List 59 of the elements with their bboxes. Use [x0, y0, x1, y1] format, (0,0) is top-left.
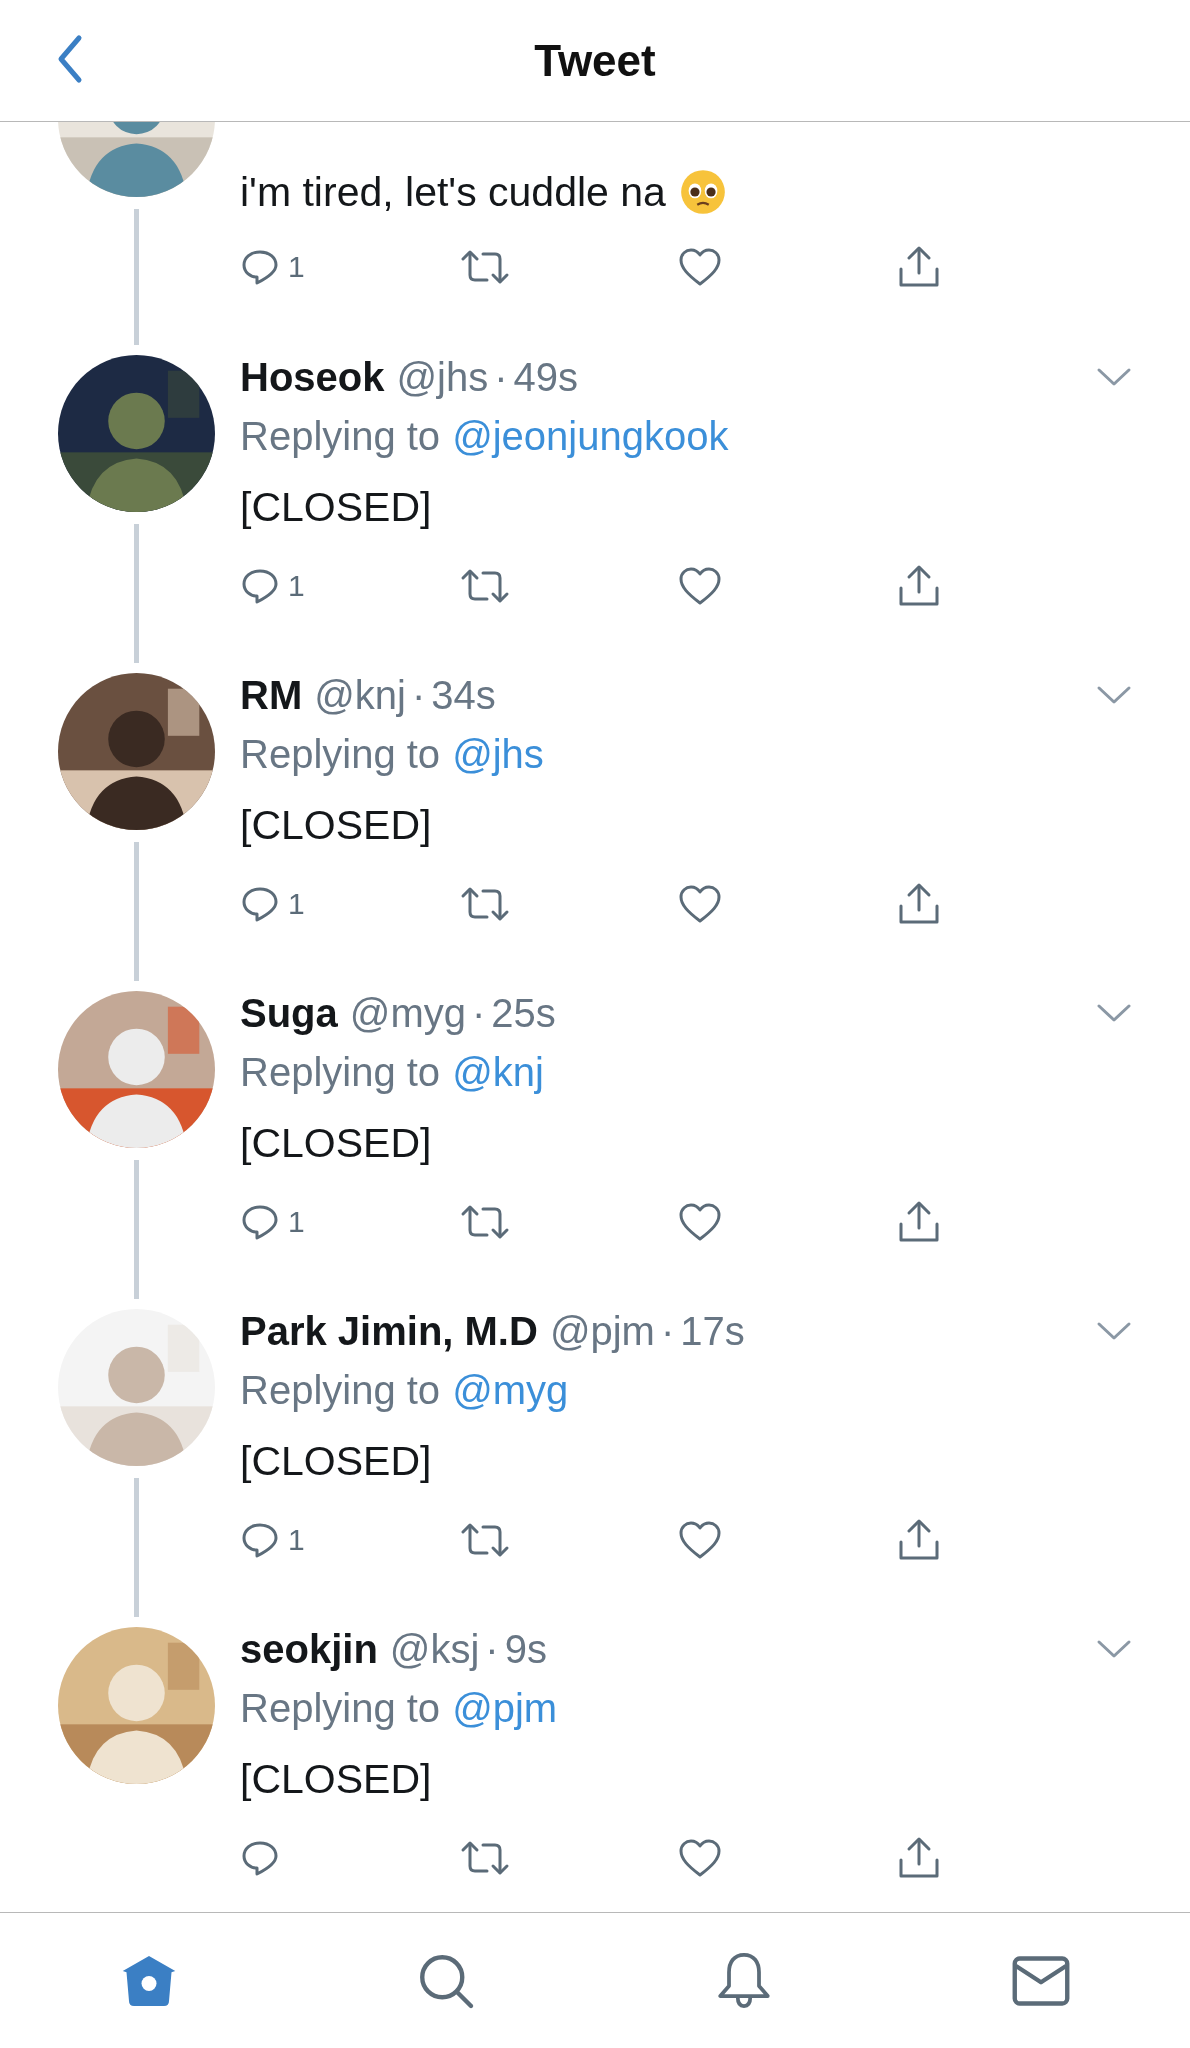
- replying-label: Replying to: [240, 1367, 441, 1413]
- reply-count: 1: [288, 1205, 305, 1239]
- tweet-text: [CLOSED]: [240, 483, 432, 531]
- replying-label: Replying to: [240, 1685, 441, 1731]
- heart-icon[interactable]: [678, 1838, 722, 1878]
- mention-link[interactable]: @jeonjungkook: [452, 413, 729, 459]
- share-icon[interactable]: [897, 1518, 941, 1562]
- chevron-down-icon[interactable]: [1096, 685, 1132, 705]
- heart-icon[interactable]: [678, 566, 722, 606]
- tweet-text: [CLOSED]: [240, 1119, 432, 1167]
- tweet-text: [CLOSED]: [240, 801, 432, 849]
- share-icon[interactable]: [897, 245, 941, 289]
- reply-count: 1: [288, 250, 305, 284]
- separator-dot: ·: [660, 1308, 675, 1354]
- tweet-text: [CLOSED]: [240, 1437, 432, 1485]
- chevron-down-icon[interactable]: [1096, 1321, 1132, 1341]
- replying-label: Replying to: [240, 731, 441, 777]
- mention-link[interactable]: @pjm: [452, 1685, 558, 1731]
- heart-icon[interactable]: [678, 1520, 722, 1560]
- separator-dot: ·: [471, 990, 486, 1036]
- replying-label: Replying to: [240, 413, 441, 459]
- separator-dot: ·: [485, 1626, 499, 1672]
- user-name: Park Jimin, M.D: [240, 1308, 538, 1354]
- share-icon[interactable]: [897, 882, 941, 926]
- share-icon[interactable]: [897, 1836, 941, 1880]
- replying-label: Replying to: [240, 1049, 441, 1095]
- user-name: seokjin: [240, 1626, 378, 1672]
- timestamp: 49s: [513, 354, 579, 400]
- user-handle: @knj: [314, 672, 406, 718]
- page-title: Tweet: [534, 35, 656, 86]
- user-handle: @myg: [349, 990, 466, 1036]
- reply-count: 1: [288, 1523, 305, 1557]
- timestamp: 34s: [431, 672, 496, 718]
- chevron-down-icon[interactable]: [1096, 1639, 1132, 1659]
- timestamp: 9s: [504, 1626, 547, 1672]
- reply-count: 1: [288, 887, 305, 921]
- user-handle: @pjm: [549, 1308, 655, 1354]
- user-handle: @ksj: [389, 1626, 480, 1672]
- timestamp: 25s: [491, 990, 556, 1036]
- heart-icon[interactable]: [678, 884, 722, 924]
- heart-icon[interactable]: [678, 1202, 722, 1242]
- chevron-down-icon[interactable]: [1096, 1003, 1132, 1023]
- mention-link[interactable]: @knj: [452, 1049, 544, 1095]
- separator-dot: ·: [411, 672, 426, 718]
- share-icon[interactable]: [897, 564, 941, 608]
- heart-icon[interactable]: [678, 247, 722, 287]
- tweet-text: [CLOSED]: [240, 1755, 432, 1803]
- share-icon[interactable]: [897, 1200, 941, 1244]
- mention-link[interactable]: @myg: [452, 1367, 569, 1413]
- reply-count: 1: [288, 569, 305, 603]
- separator-dot: ·: [494, 354, 508, 400]
- mention-link[interactable]: @jhs: [452, 731, 544, 777]
- tweet-text: i'm tired, let's cuddle na: [240, 168, 666, 216]
- timestamp: 17s: [680, 1308, 745, 1354]
- chevron-down-icon[interactable]: [1096, 367, 1132, 387]
- user-name: Suga: [240, 990, 338, 1036]
- user-handle: @jhs: [396, 354, 489, 400]
- user-name: RM: [240, 672, 303, 718]
- user-name: Hoseok: [240, 354, 385, 400]
